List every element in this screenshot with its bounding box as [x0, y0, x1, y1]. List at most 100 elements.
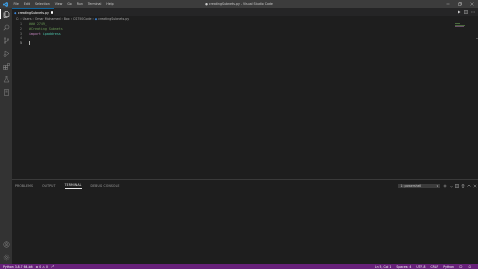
chevron-right-icon: › [32, 16, 34, 21]
cursor-position[interactable]: Ln 5, Col 1 [375, 265, 391, 269]
bell-icon [468, 265, 471, 268]
ellipsis-icon [471, 11, 475, 13]
minimize-button[interactable] [442, 0, 454, 8]
trash-icon [461, 184, 465, 188]
breadcrumb-item[interactable]: C: [16, 17, 19, 21]
chevron-right-icon: › [70, 16, 72, 21]
files-icon [3, 10, 9, 18]
python-flask-icon [3, 75, 9, 82]
problems-summary[interactable]: ⊗ 0 ⚠ 0 [36, 265, 48, 269]
chevron-right-icon: › [61, 16, 63, 21]
menu-bar: File Edit Selection View Go Run Terminal… [11, 0, 116, 8]
title-bar: File Edit Selection View Go Run Terminal… [0, 0, 478, 8]
close-icon [473, 184, 477, 188]
run-debug-button[interactable] [0, 47, 12, 59]
python-file-icon: ◆ [14, 10, 17, 15]
indentation[interactable]: Spaces: 4 [396, 265, 411, 269]
live-share-icon [51, 264, 55, 268]
tab-problems[interactable]: PROBLEMS [15, 184, 33, 189]
python-interpreter[interactable]: Python 3.8.7 64-bit [3, 265, 33, 269]
status-bar-left: Python 3.8.7 64-bit ⊗ 0 ⚠ 0 [0, 264, 55, 269]
remote-explorer-button[interactable] [0, 73, 12, 85]
run-file-button[interactable] [456, 9, 462, 15]
plus-icon [443, 184, 447, 188]
activity-bar [0, 8, 12, 264]
menu-selection[interactable]: Selection [33, 0, 53, 8]
close-panel-button[interactable] [472, 184, 478, 189]
warning-icon: ⚠ [42, 264, 45, 269]
encoding[interactable]: UTF-8 [416, 265, 425, 269]
line-ending[interactable]: CRLF [430, 265, 438, 269]
language-mode[interactable]: Python [443, 265, 454, 269]
unsaved-dot-icon[interactable] [50, 11, 54, 14]
accounts-button[interactable] [0, 238, 12, 250]
line-number: 5 [20, 41, 22, 46]
minimap-line [455, 26, 464, 27]
code-text [29, 41, 30, 45]
notifications-button[interactable] [468, 265, 472, 269]
bottom-panel: PROBLEMS OUTPUT TERMINAL DEBUG CONSOLE 1… [12, 179, 478, 264]
code-editor[interactable]: 1 ### 2749_ 2 #Creating Subnets 3 import… [12, 21, 478, 179]
breadcrumb-item[interactable]: creatingSubnets.py [98, 17, 129, 21]
tab-creating-subnets[interactable]: ◆ creatingSubnets.py [12, 8, 54, 16]
warning-count: 0 [45, 264, 48, 269]
terminal-selector-value: 1: powershell [400, 184, 422, 188]
window-controls [442, 0, 478, 8]
menu-help[interactable]: Help [104, 0, 116, 8]
status-bar-right: Ln 5, Col 1 Spaces: 4 UTF-8 CRLF Python [375, 264, 476, 269]
menu-file[interactable]: File [11, 0, 21, 8]
menu-edit[interactable]: Edit [21, 0, 32, 8]
play-icon [458, 10, 461, 14]
menu-terminal[interactable]: Terminal [85, 0, 103, 8]
minimap-line [455, 23, 460, 24]
chevron-right-icon: › [92, 16, 94, 21]
source-control-button[interactable] [0, 34, 12, 46]
split-terminal-icon [455, 184, 459, 188]
split-editor-icon [464, 10, 468, 14]
minimize-icon [446, 3, 450, 5]
tab-terminal[interactable]: TERMINAL [64, 183, 82, 189]
feedback-icon [459, 265, 463, 268]
account-icon [3, 241, 9, 247]
code-line: 5 [12, 41, 478, 46]
terminal-selector[interactable]: 1: powershell ▾ [398, 184, 440, 188]
source-control-icon [3, 36, 9, 44]
notebook-icon [3, 88, 9, 96]
text-cursor [29, 41, 30, 45]
editor-actions [456, 8, 476, 16]
menu-run[interactable]: Run [74, 0, 85, 8]
error-icon: ⊗ [35, 264, 39, 269]
more-actions-button[interactable] [470, 9, 476, 15]
error-count: 0 [39, 264, 42, 269]
tab-output[interactable]: OUTPUT [42, 184, 56, 189]
gear-icon [3, 254, 9, 260]
python-file-icon: ◆ [94, 16, 98, 21]
split-editor-button[interactable] [463, 9, 469, 15]
editor-tab-bar: ◆ creatingSubnets.py [12, 8, 478, 16]
chevron-up-icon [467, 184, 471, 187]
minimap-line [455, 24, 465, 26]
restore-icon [458, 2, 462, 6]
tab-debug-console[interactable]: DEBUG CONSOLE [91, 184, 120, 189]
manage-button[interactable] [0, 251, 12, 263]
close-window-button[interactable] [466, 0, 478, 8]
status-bar: Python 3.8.7 64-bit ⊗ 0 ⚠ 0 Ln 5, Col 1 … [0, 264, 478, 269]
chevron-down-icon: ▾ [436, 185, 438, 188]
menu-go[interactable]: Go [65, 0, 74, 8]
breadcrumb-item[interactable]: Box [64, 17, 70, 21]
menu-view[interactable]: View [52, 0, 65, 8]
panel-actions [442, 184, 478, 189]
notebook-button[interactable] [0, 86, 12, 98]
feedback-button[interactable] [459, 265, 463, 269]
vscode-logo-icon [2, 1, 8, 7]
explorer-button[interactable] [0, 8, 12, 20]
breadcrumb-item[interactable]: Users [23, 17, 32, 21]
breadcrumb-item[interactable]: CS750Code [73, 17, 92, 21]
minimap[interactable] [455, 22, 473, 28]
search-icon [3, 24, 9, 30]
extensions-button[interactable] [0, 60, 12, 72]
live-share-button[interactable] [51, 264, 55, 269]
breadcrumb-item[interactable]: Omar Mohamed [35, 17, 61, 21]
search-button[interactable] [0, 21, 12, 33]
restore-button[interactable] [454, 0, 466, 8]
